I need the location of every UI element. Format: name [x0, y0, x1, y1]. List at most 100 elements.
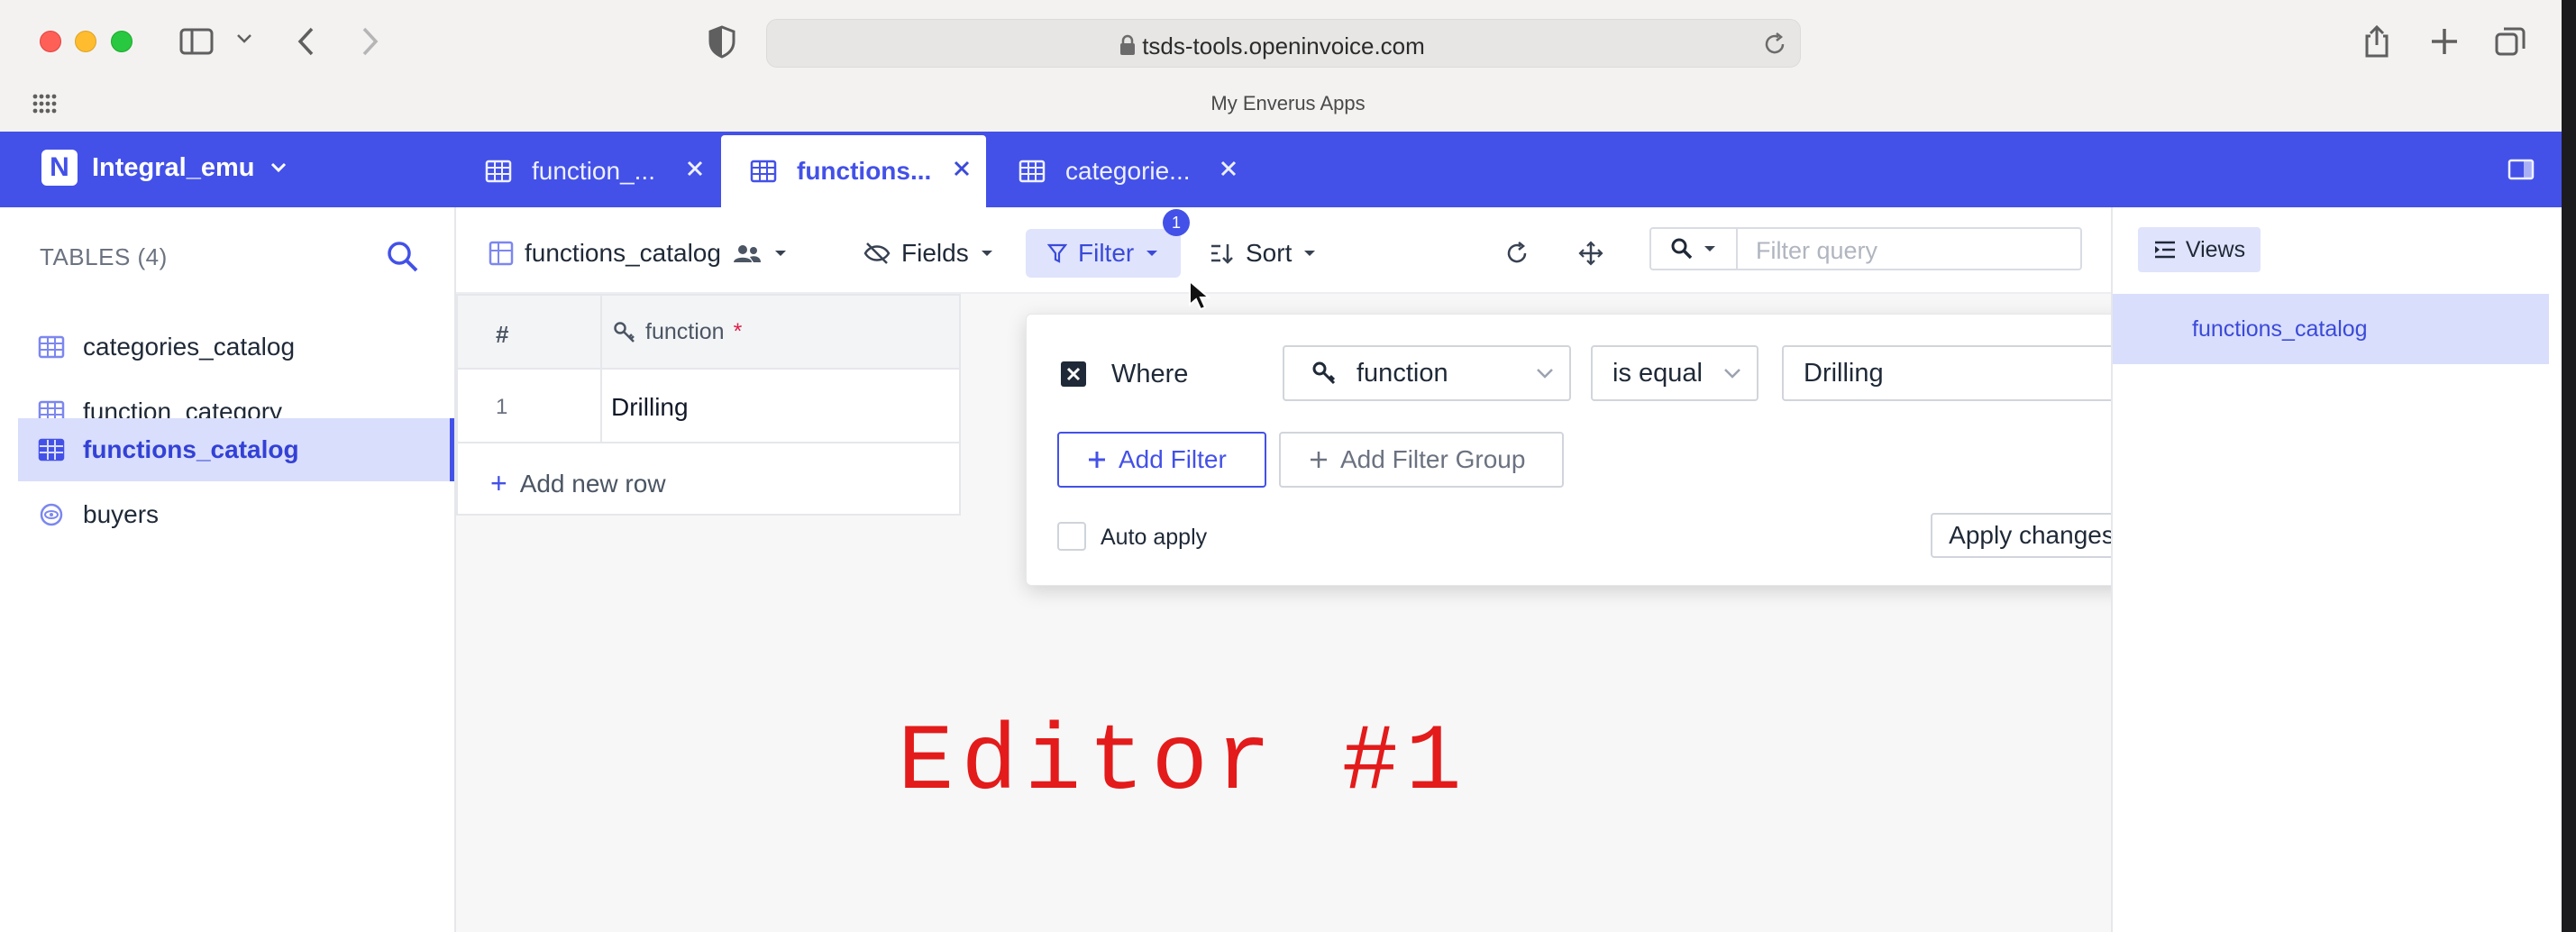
table-row[interactable]: 1 Drilling: [458, 370, 959, 443]
filter-button[interactable]: Filter: [1026, 229, 1182, 278]
tab-functions-catalog[interactable]: functions...: [721, 135, 986, 207]
move-arrows-icon: [1578, 241, 1603, 266]
chevron-down-icon: [774, 251, 786, 256]
table-cell[interactable]: Drilling: [611, 393, 689, 422]
views-button[interactable]: Views: [2138, 227, 2261, 272]
app-header: N Integral_emu function_... functions...…: [0, 132, 2562, 207]
table-name: functions_catalog: [525, 239, 721, 267]
table-grid-icon: [38, 438, 65, 461]
add-row-label: Add new row: [519, 469, 666, 498]
users-icon: [733, 245, 761, 262]
sidebar-toggle-icon[interactable]: [178, 23, 215, 59]
apply-changes-button[interactable]: Apply changes: [1931, 513, 2133, 558]
plus-icon: +: [490, 467, 507, 499]
new-tab-icon[interactable]: [2428, 23, 2461, 59]
search-input[interactable]: Filter query: [1756, 237, 1877, 265]
tab-label: functions...: [797, 157, 932, 185]
search-icon: [1671, 238, 1693, 260]
close-icon: [1066, 367, 1081, 381]
panel-toggle-icon[interactable]: [2507, 159, 2535, 180]
close-icon[interactable]: [685, 159, 705, 178]
view-item-functions-catalog[interactable]: functions_catalog: [2113, 294, 2549, 364]
fields-button[interactable]: Fields: [863, 229, 994, 278]
forward-icon[interactable]: [359, 23, 382, 59]
tab-categories-catalog[interactable]: categorie...: [990, 135, 1253, 207]
filter-field-select[interactable]: function: [1283, 345, 1571, 401]
sidebar-item-buyers[interactable]: buyers: [18, 483, 454, 546]
workspace-switcher[interactable]: N Integral_emu: [41, 150, 288, 186]
add-filter-button[interactable]: Add Filter: [1057, 432, 1266, 488]
tab-label: function_...: [532, 157, 655, 185]
table-grid-icon: [485, 160, 512, 183]
sidebar-item-categories-catalog[interactable]: categories_catalog: [18, 315, 454, 379]
sort-label: Sort: [1246, 239, 1293, 267]
where-label: Where: [1111, 360, 1189, 388]
search-field-selector[interactable]: [1651, 229, 1738, 269]
sidebar-item-functions-catalog[interactable]: functions_catalog: [18, 418, 454, 481]
row-number-header: #: [496, 321, 509, 348]
close-window-button[interactable]: [40, 31, 61, 52]
reload-icon[interactable]: [1762, 32, 1787, 57]
filter-value-text: Drilling: [1804, 358, 1884, 388]
required-mark: *: [733, 319, 743, 344]
zoom-window-button[interactable]: [111, 31, 132, 52]
close-icon[interactable]: [1219, 159, 1238, 178]
plus-icon: [1311, 452, 1327, 468]
tab-function-category[interactable]: function_...: [456, 135, 719, 207]
expand-button[interactable]: [1577, 229, 1604, 278]
chevron-down-icon: [1146, 251, 1158, 256]
table-grid-icon: [1019, 160, 1046, 183]
table-grid-icon: [489, 241, 514, 266]
remove-filter-button[interactable]: [1061, 361, 1086, 387]
grid-header: # function *: [458, 296, 959, 370]
add-filter-group-label: Add Filter Group: [1340, 445, 1526, 473]
editor-annotation: Editor #1: [898, 710, 1469, 817]
sort-button[interactable]: Sort: [1210, 229, 1317, 278]
filter-operator-value: is equal: [1612, 358, 1703, 388]
search-icon[interactable]: [386, 240, 420, 274]
add-row-button[interactable]: + Add new row: [490, 467, 666, 500]
filter-popover: Where function is equal Drilling Add Fil…: [1026, 314, 2160, 586]
reload-button[interactable]: [1503, 229, 1530, 278]
views-label: Views: [2185, 236, 2246, 262]
chevron-down-icon: [981, 251, 992, 256]
plus-icon: [1089, 452, 1105, 468]
favorites-bar-title[interactable]: My Enverus Apps: [0, 92, 2576, 115]
add-filter-group-button[interactable]: Add Filter Group: [1279, 432, 1564, 488]
tab-overview-icon[interactable]: [2493, 23, 2529, 59]
share-icon[interactable]: [2361, 23, 2392, 59]
reload-icon: [1507, 242, 1527, 263]
filter-field-value: function: [1357, 358, 1448, 388]
chevron-down-icon: [1724, 369, 1740, 379]
back-icon[interactable]: [294, 23, 317, 59]
sidebar-title: TABLES (4): [40, 243, 168, 270]
add-filter-label: Add Filter: [1119, 445, 1227, 473]
window-edge: [2562, 0, 2576, 932]
column-header-function[interactable]: function *: [613, 319, 742, 345]
fields-label: Fields: [901, 239, 969, 267]
filter-value-input[interactable]: Drilling: [1782, 345, 2135, 401]
table-selector[interactable]: functions_catalog: [489, 229, 788, 278]
close-icon[interactable]: [952, 159, 972, 178]
address-bar[interactable]: tsds-tools.openinvoice.com: [766, 19, 1801, 68]
filter-query-box[interactable]: Filter query: [1649, 227, 2082, 270]
tables-sidebar: TABLES (4) categories_catalog function_c…: [0, 207, 456, 932]
auto-apply-checkbox[interactable]: [1057, 522, 1086, 551]
chevron-down-icon: [1704, 246, 1715, 251]
url-text: tsds-tools.openinvoice.com: [1142, 32, 1425, 59]
minimize-window-button[interactable]: [75, 31, 96, 52]
filter-operator-select[interactable]: is equal: [1591, 345, 1758, 401]
list-icon: [2154, 241, 2175, 259]
filter-label: Filter: [1078, 239, 1135, 267]
chevron-down-icon[interactable]: [236, 32, 252, 45]
chevron-down-icon: [1537, 369, 1553, 379]
table-grid-icon: [750, 160, 777, 183]
auto-apply-label: Auto apply: [1101, 525, 1208, 550]
shield-icon[interactable]: [707, 23, 737, 59]
sort-icon: [1211, 244, 1233, 264]
data-grid: # function * 1 Drilling + Add new row: [456, 294, 961, 516]
sidebar-item-label: categories_catalog: [83, 333, 296, 361]
browser-chrome: tsds-tools.openinvoice.com My Enverus Ap…: [0, 0, 2576, 132]
filter-icon: [1047, 243, 1067, 263]
chevron-down-icon: [270, 162, 286, 173]
